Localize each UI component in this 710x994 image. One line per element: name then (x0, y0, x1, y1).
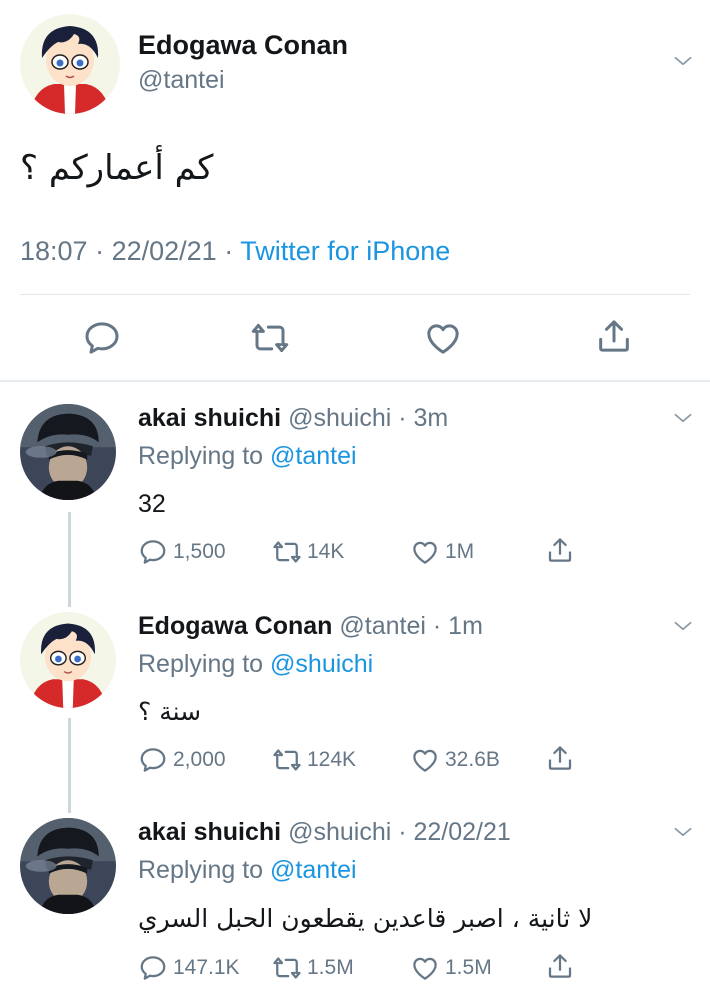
replying-to: Replying to @tantei (138, 442, 357, 471)
mention-link[interactable]: @tantei (270, 442, 357, 470)
divider (20, 294, 690, 295)
retweet-count[interactable]: 124K (272, 745, 356, 775)
like-count[interactable]: 32.6B (410, 745, 500, 775)
reply-handle-time: @shuichi · 3m (288, 404, 449, 432)
share-icon (545, 535, 575, 565)
like-icon[interactable] (423, 318, 463, 358)
section-divider (0, 380, 710, 382)
tweet-time: 18:07 (20, 236, 88, 266)
reply-icon[interactable] (82, 318, 122, 358)
retweet-icon (272, 745, 302, 775)
like-icon (410, 745, 440, 775)
like-icon (410, 537, 440, 567)
reply-header: Edogawa Conan @tantei · 1m (138, 612, 483, 641)
share-icon (545, 951, 575, 981)
reply-avatar[interactable] (20, 612, 116, 708)
reply-avatar[interactable] (20, 404, 116, 500)
reply-header: akai shuichi @shuichi · 22/02/21 (138, 818, 511, 847)
mention-link[interactable]: @tantei (270, 856, 357, 884)
tweet-source-link[interactable]: Twitter for iPhone (240, 236, 450, 266)
reply-author-name[interactable]: akai shuichi (138, 818, 281, 846)
reply-text: 32 (138, 490, 166, 518)
reply-author-name[interactable]: Edogawa Conan (138, 612, 332, 640)
reply-count[interactable]: 1,500 (138, 537, 226, 567)
share-button[interactable] (545, 743, 575, 773)
reply-avatar[interactable] (20, 818, 116, 914)
replying-prefix: Replying to (138, 442, 264, 470)
author-name[interactable]: Edogawa Conan (138, 30, 348, 61)
chevron-down-icon[interactable] (670, 405, 696, 431)
retweet-count[interactable]: 14K (272, 537, 344, 567)
reply-icon (138, 953, 168, 983)
replying-prefix: Replying to (138, 856, 264, 884)
like-icon (410, 953, 440, 983)
author-avatar[interactable] (20, 14, 120, 114)
retweet-icon (272, 953, 302, 983)
tweet-text: كم أعماركم ؟ (20, 148, 214, 188)
replying-to: Replying to @shuichi (138, 650, 373, 679)
chevron-down-icon[interactable] (670, 48, 696, 74)
like-count[interactable]: 1.5M (410, 953, 492, 983)
share-button[interactable] (545, 535, 575, 565)
chevron-down-icon[interactable] (670, 613, 696, 639)
meta-separator: · (216, 236, 241, 266)
replying-to: Replying to @tantei (138, 856, 357, 885)
reply-text: سنة ؟ (138, 697, 202, 726)
reply-header: akai shuichi @shuichi · 3m (138, 404, 448, 433)
mention-link[interactable]: @shuichi (270, 650, 373, 678)
reply-handle-time: @shuichi · 22/02/21 (288, 818, 511, 846)
retweet-icon (272, 537, 302, 567)
like-count[interactable]: 1M (410, 537, 474, 567)
tweet-meta: 18:07 · 22/02/21 · Twitter for iPhone (20, 236, 450, 267)
retweet-icon[interactable] (250, 318, 290, 358)
thread-line (68, 718, 71, 813)
reply-icon (138, 537, 168, 567)
reply-count[interactable]: 2,000 (138, 745, 226, 775)
reply-author-name[interactable]: akai shuichi (138, 404, 281, 432)
retweet-count[interactable]: 1.5M (272, 953, 354, 983)
thread-line (68, 512, 71, 607)
replying-prefix: Replying to (138, 650, 264, 678)
reply-icon (138, 745, 168, 775)
share-icon[interactable] (594, 316, 634, 356)
share-button[interactable] (545, 951, 575, 981)
meta-separator: · (87, 236, 112, 266)
reply-handle-time: @tantei · 1m (339, 612, 483, 640)
tweet-date: 22/02/21 (111, 236, 217, 266)
share-icon (545, 743, 575, 773)
chevron-down-icon[interactable] (670, 819, 696, 845)
reply-text: لا ثانية ، اصبر قاعدين يقطعون الحبل السر… (138, 904, 593, 933)
author-handle[interactable]: @tantei (138, 66, 225, 95)
reply-count[interactable]: 147.1K (138, 953, 240, 983)
